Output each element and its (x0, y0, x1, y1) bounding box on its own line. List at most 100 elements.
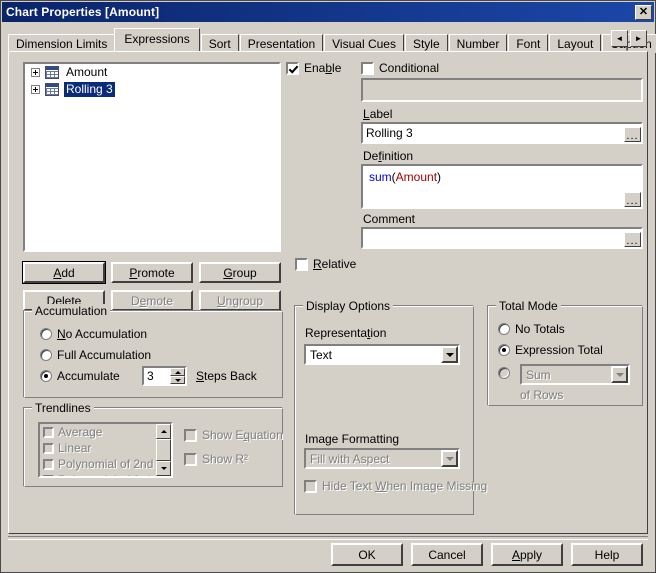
definition-caption: Definition (363, 149, 414, 163)
show-r2-checkbox-box (184, 452, 197, 466)
trendline-checkbox (43, 474, 54, 476)
conditional-label: Conditional (379, 61, 440, 75)
radio-full-accumulation[interactable]: Full Accumulation (40, 348, 151, 362)
definition-function: sum (369, 170, 392, 184)
scroll-up-icon[interactable] (156, 424, 171, 439)
chart-properties-dialog: Chart Properties [Amount] ✕ Dimension Li… (0, 0, 656, 573)
radio-label: Full Accumulation (57, 348, 152, 362)
tab-label: Sort (208, 37, 231, 51)
radio-expression-total[interactable]: Expression Total (498, 343, 603, 357)
show-r2-checkbox: Show R² (184, 452, 248, 466)
tab-scroll-right-icon[interactable]: ► (630, 30, 647, 47)
footer-divider (8, 536, 648, 540)
radio-dot (40, 349, 52, 361)
radio-accumulate[interactable]: Accumulate (40, 369, 120, 383)
accumulation-group: Accumulation No Accumulation Full Accumu… (23, 304, 283, 398)
chevron-down-icon (611, 366, 628, 383)
conditional-input[interactable] (361, 78, 643, 102)
radio-dot (498, 323, 510, 335)
expander-plus-icon[interactable] (31, 85, 40, 94)
relative-checkbox[interactable]: Relative (295, 257, 356, 271)
title-bar: Chart Properties [Amount] ✕ (2, 2, 654, 22)
close-button[interactable]: ✕ (635, 4, 652, 20)
hide-text-checkbox-box (304, 479, 317, 493)
display-options-group: Display Options Representation Text Imag… (294, 299, 487, 515)
list-item-label: Average (58, 425, 103, 439)
show-equation-checkbox: Show Equation (184, 428, 283, 442)
tab-label: Font (516, 37, 541, 51)
expressions-tab-page: Amount Rolling 3 Add Promote Group Delet… (8, 51, 648, 534)
radio-dot (40, 370, 52, 382)
expression-table-icon (45, 66, 59, 79)
apply-button-label: Apply (511, 547, 543, 562)
expression-table-icon (45, 83, 59, 96)
radio-no-totals[interactable]: No Totals (498, 322, 565, 336)
scrollbar-thumb[interactable] (156, 439, 171, 461)
image-formatting-caption: Image Formatting (305, 432, 400, 446)
trendlines-scrollbar[interactable] (156, 424, 171, 476)
definition-input[interactable]: sum(Amount) ... (361, 164, 643, 209)
label-input[interactable]: Rolling 3 ... (361, 122, 643, 144)
scroll-down-icon[interactable] (156, 461, 171, 476)
representation-select[interactable]: Text (304, 344, 460, 365)
add-button[interactable]: Add (22, 261, 106, 284)
tree-row[interactable]: Amount (25, 64, 279, 81)
tab-label: Expressions (124, 32, 190, 46)
tab-scroll-left-icon[interactable]: ◄ (611, 30, 628, 47)
tree-item-label-selected: Rolling 3 (64, 82, 115, 97)
radio-label: No Totals (515, 322, 565, 336)
radio-label: Accumulate (57, 369, 120, 383)
radio-label: Expression Total (515, 343, 603, 357)
aggregation-select: Sum (520, 364, 630, 385)
stepper-up-icon[interactable] (170, 368, 185, 376)
label-caption: Label (363, 107, 393, 121)
label-browse-button[interactable]: ... (624, 127, 641, 142)
enable-checkbox[interactable]: Enable (286, 61, 341, 75)
trendlines-list-column: Average Linear Polynomial of 2nd de Poly… (40, 424, 156, 476)
help-button[interactable]: Help (571, 543, 643, 566)
list-item: Polynomial of 3rd de (40, 472, 156, 476)
radio-no-accumulation[interactable]: No Accumulation (40, 327, 147, 341)
expander-plus-icon[interactable] (31, 68, 40, 77)
window-title: Chart Properties [Amount] (6, 5, 160, 19)
chevron-down-icon[interactable] (441, 346, 458, 363)
representation-caption: Representation (305, 326, 387, 340)
ungroup-button-label: Ungroup (216, 293, 264, 308)
tree-item-label: Amount (66, 65, 108, 79)
help-button-label: Help (594, 547, 620, 562)
group-button[interactable]: Group (199, 262, 281, 283)
label-value: Rolling 3 (366, 126, 413, 140)
ok-button[interactable]: OK (331, 543, 403, 566)
expressions-tree[interactable]: Amount Rolling 3 (23, 62, 281, 252)
display-options-title: Display Options (303, 299, 394, 313)
definition-value: sum(Amount) (363, 166, 444, 186)
apply-button[interactable]: Apply (491, 543, 563, 566)
list-item-label: Polynomial of 2nd de (58, 457, 156, 471)
comment-browse-button[interactable]: ... (624, 232, 641, 247)
tab-strip: Dimension Limits Expressions Sort Presen… (1, 27, 656, 53)
tab-expressions[interactable]: Expressions (114, 28, 200, 51)
stepper-buttons (170, 368, 185, 384)
steps-back-stepper[interactable]: 3 (142, 366, 187, 386)
enable-label: Enable (304, 61, 342, 75)
cancel-button-label: Cancel (428, 547, 466, 562)
trendline-checkbox (43, 458, 54, 470)
promote-button-label: Promote (129, 265, 175, 280)
definition-browse-button[interactable]: ... (624, 192, 641, 207)
cancel-button[interactable]: Cancel (411, 543, 483, 566)
chevron-down-icon (441, 450, 458, 467)
demote-button: Demote (111, 290, 193, 311)
radio-dot (40, 328, 52, 340)
tab-label: Layout (557, 37, 594, 51)
comment-input[interactable]: ... (361, 227, 643, 249)
comment-value (363, 229, 369, 233)
tab-label: Number (456, 37, 500, 51)
representation-value: Text (310, 347, 333, 362)
conditional-checkbox[interactable]: Conditional (361, 61, 439, 75)
hide-text-checkbox: Hide Text When Image Missing (304, 479, 487, 493)
list-item-label: Linear (58, 441, 92, 455)
promote-button[interactable]: Promote (111, 262, 193, 283)
show-equation-label: Show Equation (202, 428, 283, 442)
stepper-down-icon[interactable] (170, 376, 185, 384)
tree-row[interactable]: Rolling 3 (25, 81, 279, 98)
